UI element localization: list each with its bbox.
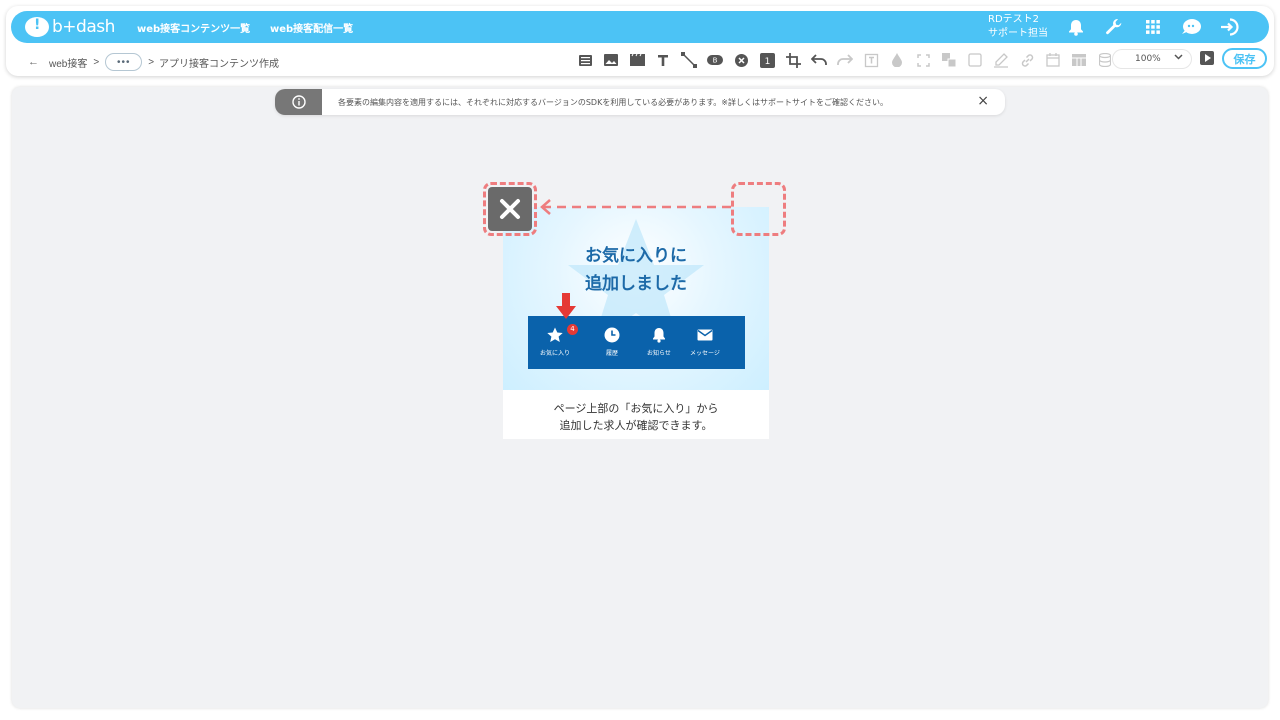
star-icon [547,327,563,342]
popup-title-line2: 追加しました [585,274,687,294]
tab-history: 履歴 [585,316,639,369]
favorites-badge: 4 [567,324,578,335]
clock-icon [604,327,620,343]
logo-bubble-icon [25,17,49,37]
arrow-left-icon[interactable]: ← [28,56,39,68]
calendar-icon[interactable] [1040,50,1066,70]
table-icon[interactable] [1066,50,1092,70]
sdk-notice-banner: 各要素の編集内容を適用するには、それぞれに対応するバージョンのSDKを利用してい… [275,89,1005,115]
tab-messages: メッセージ [678,316,732,369]
user-info[interactable]: RDテスト2 サポート担当 [988,13,1048,41]
popup-preview[interactable]: お気に入りに 追加しました 4 お気に入り 履歴 お知らせ メッセージ ページ上… [503,207,769,439]
info-icon [275,89,322,115]
svg-text:B: B [713,57,718,65]
user-org: RDテスト2 [988,14,1040,25]
close-button-highlight [483,182,537,236]
red-arrow-down-icon [556,293,576,319]
breadcrumb-sep: > [148,56,155,68]
chevron-down-icon [1174,53,1183,63]
frame-text-icon[interactable] [858,50,884,70]
user-name: サポート担当 [988,28,1048,39]
expand-icon[interactable] [910,50,936,70]
zoom-select[interactable]: 100% [1113,50,1191,68]
app-tab-bar: 4 お気に入り 履歴 お知らせ メッセージ [528,316,745,369]
breadcrumb-web-content[interactable]: web接客 [49,55,87,70]
chat-support-icon[interactable] [1180,17,1202,37]
bell-icon[interactable] [1065,17,1087,37]
tab-label-history: 履歴 [605,350,618,357]
original-close-position-highlight [731,182,786,236]
tab-label-messages: メッセージ [690,350,720,357]
nav-web-content-list[interactable]: web接客コンテンツ一覧 [137,20,250,35]
popup-title: お気に入りに 追加しました [503,242,769,298]
move-guide-arrow [540,199,732,215]
envelope-icon [697,329,713,341]
text-icon[interactable] [650,50,676,70]
preview-play-icon[interactable] [1200,51,1214,65]
pen-icon[interactable] [988,50,1014,70]
popup-hero: お気に入りに 追加しました 4 お気に入り 履歴 お知らせ メッセージ [503,207,769,390]
breadcrumb-ellipsis-button[interactable]: ••• [105,53,143,71]
logo-text: b+dash [52,17,115,37]
bdash-logo[interactable]: b+dash [25,16,115,38]
editor-toolbar: B 1 [572,49,1118,71]
popup-desc-line1: ページ上部の「お気に入り」から [553,402,719,415]
undo-icon[interactable] [806,50,832,70]
popup-title-line1: お気に入りに [585,246,687,266]
link-icon[interactable] [1014,50,1040,70]
layer-icon[interactable] [936,50,962,70]
bell-icon [653,328,665,343]
wrench-icon[interactable] [1103,17,1125,37]
save-button[interactable]: 保存 [1222,48,1267,69]
number-badge-icon[interactable]: 1 [754,50,780,70]
close-element-icon[interactable] [728,50,754,70]
nav-web-delivery-list[interactable]: web接客配信一覧 [270,20,353,35]
breadcrumb-current: アプリ接客コンテンツ作成 [159,58,280,70]
checkbox-icon[interactable] [962,50,988,70]
redo-icon[interactable] [832,50,858,70]
zoom-value: 100% [1135,54,1161,64]
image-icon[interactable] [598,50,624,70]
drop-icon[interactable] [884,50,910,70]
list-icon[interactable] [572,50,598,70]
tab-label-favorites: お気に入り [539,350,570,357]
svg-text:1: 1 [764,57,770,67]
tab-favorites: 4 お気に入り [528,316,582,369]
breadcrumb: ← web接客 > ••• > アプリ接客コンテンツ作成 [28,53,279,71]
logout-icon[interactable] [1219,17,1241,37]
breadcrumb-sep: > [93,56,100,68]
notice-close-icon[interactable]: × [977,93,989,109]
video-icon[interactable] [624,50,650,70]
button-element-icon[interactable]: B [702,50,728,70]
top-nav-bar: b+dash web接客コンテンツ一覧 web接客配信一覧 RDテスト2 サポー… [11,11,1269,43]
notice-text: 各要素の編集内容を適用するには、それぞれに対応するバージョンのSDKを利用してい… [338,98,888,107]
crop-icon[interactable] [780,50,806,70]
popup-description: ページ上部の「お気に入り」から 追加した求人が確認できます。 [503,400,769,434]
line-icon[interactable] [676,50,702,70]
popup-desc-line2: 追加した求人が確認できます。 [559,419,713,432]
grid-apps-icon[interactable] [1142,17,1164,37]
